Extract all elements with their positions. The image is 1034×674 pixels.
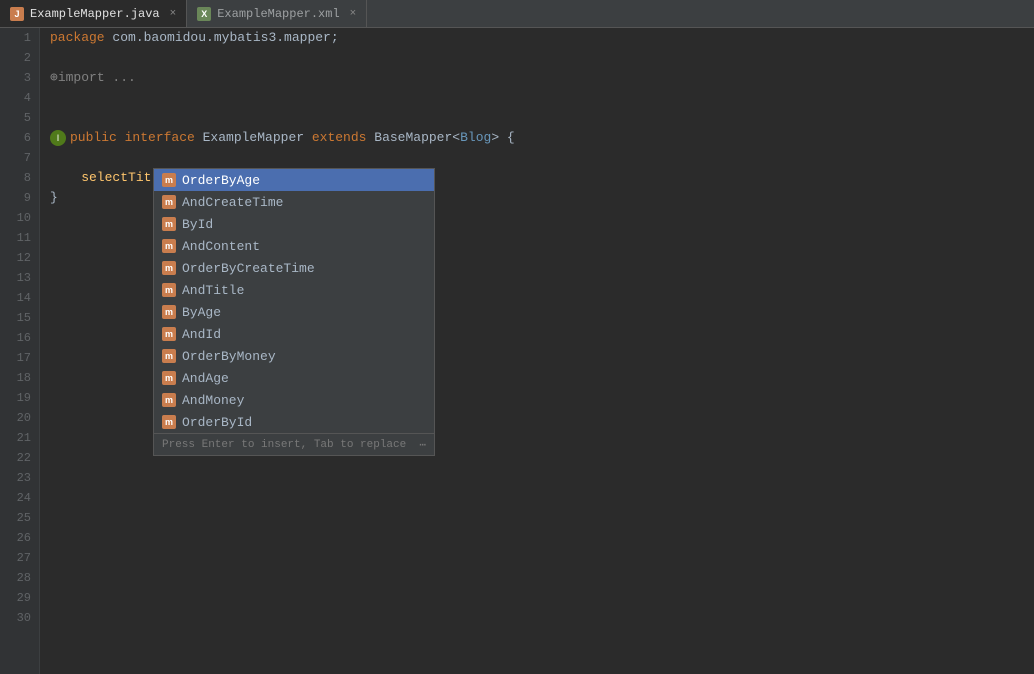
line-number-6: 6: [24, 128, 31, 148]
line-number-11: 11: [17, 228, 31, 248]
line-number-22: 22: [17, 448, 31, 468]
code-line-24: [50, 488, 1034, 508]
line-number-16: 16: [17, 328, 31, 348]
tab-xml[interactable]: X ExampleMapper.xml ×: [187, 0, 367, 27]
editor-area: 1234567891011121314151617181920212223242…: [0, 28, 1034, 674]
autocomplete-label-6: ByAge: [182, 305, 221, 320]
autocomplete-label-7: AndId: [182, 327, 221, 342]
line-gutter: 1234567891011121314151617181920212223242…: [0, 28, 40, 674]
line-number-15: 15: [17, 308, 31, 328]
autocomplete-more-icon[interactable]: ⋯: [419, 438, 426, 452]
code-line-28: [50, 568, 1034, 588]
line-number-7: 7: [24, 148, 31, 168]
code-line-23: [50, 468, 1034, 488]
line-number-26: 26: [17, 528, 31, 548]
class-breadcrumb-icon: I: [50, 130, 66, 146]
autocomplete-item-6[interactable]: m ByAge: [154, 301, 434, 323]
autocomplete-label-0: OrderByAge: [182, 173, 260, 188]
line-number-18: 18: [17, 368, 31, 388]
line-number-1: 1: [24, 28, 31, 48]
tab-java[interactable]: J ExampleMapper.java ×: [0, 0, 187, 27]
line-number-8: 8: [24, 168, 31, 188]
xml-tab-close[interactable]: ×: [350, 8, 357, 20]
code-line-1: package com.baomidou.mybatis3.mapper;: [50, 28, 1034, 48]
line-number-29: 29: [17, 588, 31, 608]
java-tab-icon: J: [10, 7, 24, 21]
line-number-3: 3: [24, 68, 31, 88]
xml-tab-icon: X: [197, 7, 211, 21]
code-line-7: [50, 148, 1034, 168]
method-icon-1: m: [162, 195, 176, 209]
code-line-2: [50, 48, 1034, 68]
line-number-17: 17: [17, 348, 31, 368]
line-number-30: 30: [17, 608, 31, 628]
autocomplete-label-9: AndAge: [182, 371, 229, 386]
autocomplete-footer: Press Enter to insert, Tab to replace ⋯: [154, 433, 434, 455]
line-number-13: 13: [17, 268, 31, 288]
method-icon-8: m: [162, 349, 176, 363]
method-icon-4: m: [162, 261, 176, 275]
autocomplete-item-7[interactable]: m AndId: [154, 323, 434, 345]
autocomplete-item-11[interactable]: m OrderById: [154, 411, 434, 433]
autocomplete-item-4[interactable]: m OrderByCreateTime: [154, 257, 434, 279]
line-number-19: 19: [17, 388, 31, 408]
autocomplete-item-1[interactable]: m AndCreateTime: [154, 191, 434, 213]
method-icon-5: m: [162, 283, 176, 297]
autocomplete-label-1: AndCreateTime: [182, 195, 283, 210]
code-line-4: [50, 88, 1034, 108]
line-number-9: 9: [24, 188, 31, 208]
line-number-10: 10: [17, 208, 31, 228]
autocomplete-item-5[interactable]: m AndTitle: [154, 279, 434, 301]
line-number-14: 14: [17, 288, 31, 308]
line-number-24: 24: [17, 488, 31, 508]
code-line-25: [50, 508, 1034, 528]
autocomplete-item-0[interactable]: m OrderByAge: [154, 169, 434, 191]
code-line-26: [50, 528, 1034, 548]
code-content[interactable]: package com.baomidou.mybatis3.mapper; ⊕im…: [40, 28, 1034, 674]
autocomplete-item-2[interactable]: m ById: [154, 213, 434, 235]
autocomplete-hint: Press Enter to insert, Tab to replace: [162, 439, 406, 451]
autocomplete-label-3: AndContent: [182, 239, 260, 254]
line-number-27: 27: [17, 548, 31, 568]
autocomplete-item-3[interactable]: m AndContent: [154, 235, 434, 257]
autocomplete-item-8[interactable]: m OrderByMoney: [154, 345, 434, 367]
code-line-27: [50, 548, 1034, 568]
code-line-5: [50, 108, 1034, 128]
line-number-20: 20: [17, 408, 31, 428]
autocomplete-item-9[interactable]: m AndAge: [154, 367, 434, 389]
autocomplete-label-2: ById: [182, 217, 213, 232]
autocomplete-list: mOrderByAgemAndCreateTimemByIdmAndConten…: [154, 169, 434, 433]
method-icon-7: m: [162, 327, 176, 341]
xml-tab-label: ExampleMapper.xml: [217, 7, 339, 21]
java-tab-close[interactable]: ×: [170, 8, 177, 20]
java-tab-label: ExampleMapper.java: [30, 7, 160, 21]
method-icon-11: m: [162, 415, 176, 429]
autocomplete-popup: mOrderByAgemAndCreateTimemByIdmAndConten…: [153, 168, 435, 456]
autocomplete-label-8: OrderByMoney: [182, 349, 276, 364]
autocomplete-item-10[interactable]: m AndMoney: [154, 389, 434, 411]
method-icon-9: m: [162, 371, 176, 385]
code-line-6: Ipublic interface ExampleMapper extends …: [50, 128, 1034, 148]
autocomplete-label-11: OrderById: [182, 415, 252, 430]
autocomplete-label-10: AndMoney: [182, 393, 244, 408]
line-number-2: 2: [24, 48, 31, 68]
autocomplete-label-4: OrderByCreateTime: [182, 261, 315, 276]
autocomplete-label-5: AndTitle: [182, 283, 244, 298]
code-line-30: [50, 608, 1034, 628]
code-line-3: ⊕import ...: [50, 68, 1034, 88]
line-number-25: 25: [17, 508, 31, 528]
line-number-21: 21: [17, 428, 31, 448]
method-icon-3: m: [162, 239, 176, 253]
line-number-5: 5: [24, 108, 31, 128]
method-icon-2: m: [162, 217, 176, 231]
method-icon-0: m: [162, 173, 176, 187]
line-number-4: 4: [24, 88, 31, 108]
line-number-28: 28: [17, 568, 31, 588]
line-number-12: 12: [17, 248, 31, 268]
code-line-29: [50, 588, 1034, 608]
tab-bar: J ExampleMapper.java × X ExampleMapper.x…: [0, 0, 1034, 28]
method-icon-10: m: [162, 393, 176, 407]
method-icon-6: m: [162, 305, 176, 319]
line-number-23: 23: [17, 468, 31, 488]
